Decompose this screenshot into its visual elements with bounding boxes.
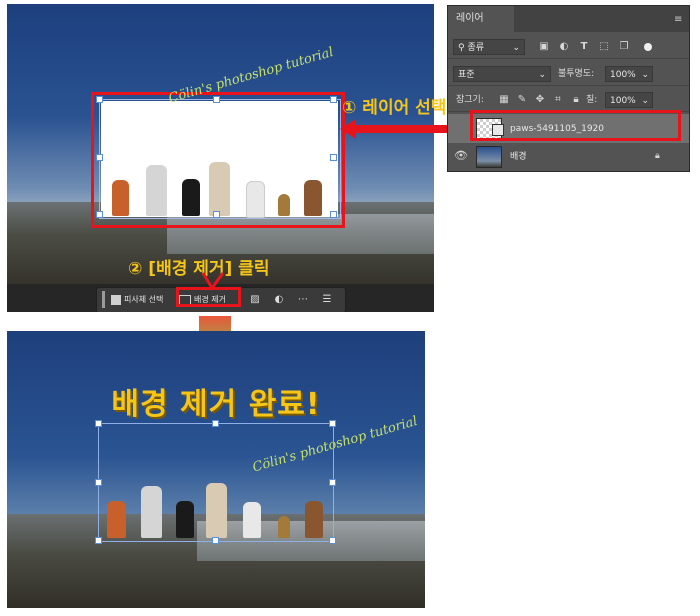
panel-menu-icon[interactable]: ≡ (674, 14, 682, 25)
completion-title: 배경 제거 완료! (111, 387, 321, 422)
filter-row: ⚲ 종류 ⌄ ▣ ◐ T ⬚ ❐ (448, 36, 689, 59)
pixel-filter-icon[interactable]: ▣ (538, 41, 550, 53)
transform-handle[interactable] (212, 420, 219, 427)
adjustment-filter-icon[interactable]: ◐ (558, 41, 570, 53)
lock-row: 잠그기: ▦ ✎ ✥ ⌗ 🔒︎ 칠: 100% ⌄ (448, 89, 689, 112)
select-subject-button[interactable]: 피사체 선택 (111, 291, 171, 308)
adjustment-icon[interactable]: ◐ (273, 294, 285, 306)
transform-bounding-box[interactable] (98, 423, 334, 542)
layer-row-background[interactable]: 👁︎ 배경 🔒︎ (448, 142, 689, 171)
blend-mode-select[interactable]: 표준 ⌄ (453, 66, 551, 82)
lock-image-icon[interactable]: ✎ (516, 94, 528, 106)
layers-panel: 레이어 ≡ ⚲ 종류 ⌄ ▣ ◐ T ⬚ ❐ 표준 ⌄ 불투명도: 100% ⌄ 잠그… (447, 5, 690, 172)
lock-icon: 🔒︎ (655, 151, 660, 161)
step1-annotation: ① 레이어 선택 (342, 98, 447, 118)
smart-object-filter-icon[interactable]: ❐ (618, 41, 630, 53)
shape-filter-icon[interactable]: ⬚ (598, 41, 610, 53)
transform-handle[interactable] (329, 479, 336, 486)
select-subject-label: 피사체 선택 (124, 295, 164, 304)
pointer-arrow (201, 272, 225, 291)
blend-mode-value: 표준 (458, 70, 475, 80)
top-canvas: Cölin's photoshop tutorial ② [배경 제거] 클릭 … (7, 4, 434, 312)
filter-kind-label: 종류 (467, 43, 485, 53)
opacity-field[interactable]: 100% ⌄ (605, 66, 653, 82)
drag-handle[interactable] (102, 291, 105, 308)
opacity-label: 불투명도: (558, 69, 595, 79)
filter-kind-select[interactable]: ⚲ 종류 ⌄ (453, 39, 525, 55)
eye-icon[interactable] (454, 121, 468, 135)
eye-icon[interactable]: 👁︎ (454, 149, 468, 163)
transform-handle[interactable] (329, 537, 336, 544)
opacity-value: 100% (610, 70, 636, 80)
panel-tab-bar: 레이어 ≡ (448, 6, 689, 32)
filter-toggle-icon[interactable] (644, 43, 652, 51)
tab-layers[interactable]: 레이어 (448, 6, 514, 32)
fill-value: 100% (610, 96, 636, 106)
mask-icon[interactable]: ▨ (249, 294, 261, 306)
blend-row: 표준 ⌄ 불투명도: 100% ⌄ (448, 63, 689, 86)
layer-name[interactable]: 배경 (510, 151, 527, 163)
transform-handle[interactable] (329, 420, 336, 427)
chevron-down-icon: ⌄ (641, 70, 649, 80)
transform-handle[interactable] (95, 420, 102, 427)
lock-transparent-icon[interactable]: ▦ (498, 94, 510, 106)
layer-highlight-box (91, 92, 345, 228)
fill-label: 칠: (586, 95, 598, 105)
lock-label: 잠그기: (456, 95, 484, 105)
lock-position-icon[interactable]: ✥ (534, 94, 546, 106)
lock-artboard-icon[interactable]: ⌗ (552, 94, 564, 106)
more-options-icon[interactable]: ⋯ (297, 294, 309, 306)
type-filter-icon[interactable]: T (578, 41, 590, 53)
chevron-down-icon: ⌄ (538, 70, 546, 80)
transform-handle[interactable] (212, 537, 219, 544)
chevron-down-icon: ⌄ (512, 43, 520, 53)
lock-all-icon[interactable]: 🔒︎ (570, 94, 582, 106)
transform-handle[interactable] (95, 479, 102, 486)
person-icon (111, 294, 121, 305)
layer-thumbnail (476, 146, 502, 168)
bottom-canvas: 배경 제거 완료! Cölin's photoshop tutorial (7, 331, 425, 608)
transform-handle[interactable] (95, 537, 102, 544)
chevron-down-icon: ⌄ (641, 96, 649, 106)
layer-row-highlight-box (470, 110, 681, 141)
settings-sliders-icon[interactable]: ☰ (321, 294, 333, 306)
fill-field[interactable]: 100% ⌄ (605, 92, 653, 108)
